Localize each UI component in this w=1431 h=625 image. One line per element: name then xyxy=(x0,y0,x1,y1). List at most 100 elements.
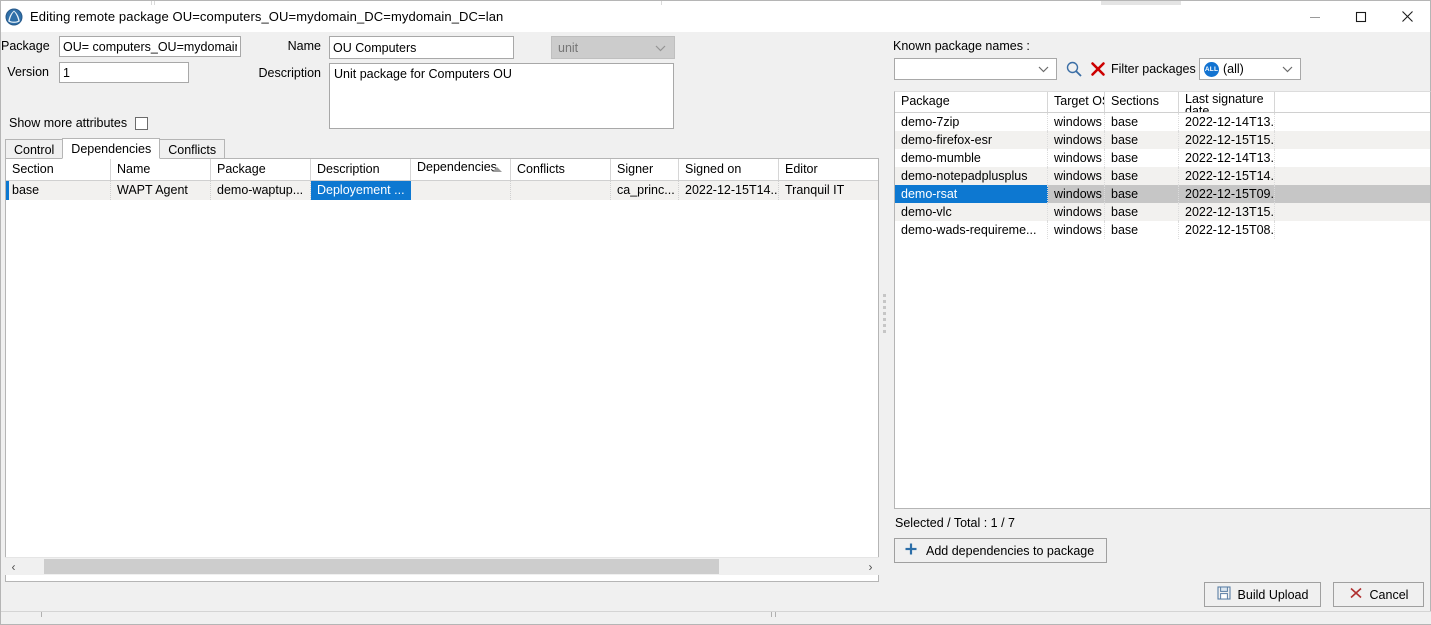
table-cell[interactable]: ca_princ... xyxy=(611,181,679,200)
build-upload-button[interactable]: Build Upload xyxy=(1204,582,1321,607)
clear-red-x-icon[interactable] xyxy=(1089,60,1107,78)
table-cell[interactable]: demo-vlc xyxy=(895,203,1048,221)
column-header-label: Package xyxy=(217,162,266,176)
show-more-attributes-row[interactable]: Show more attributes xyxy=(9,116,148,130)
table-cell[interactable]: 2022-12-15T14... xyxy=(679,181,779,200)
table-cell[interactable] xyxy=(1275,185,1430,203)
column-header-signed-on[interactable]: Signed on xyxy=(679,159,779,180)
table-cell[interactable]: windows xyxy=(1048,131,1105,149)
table-cell[interactable]: demo-rsat xyxy=(895,185,1048,203)
column-header-last-signature-date[interactable]: Last signature date xyxy=(1179,92,1275,112)
table-cell[interactable]: demo-wads-requireme... xyxy=(895,221,1048,239)
table-cell[interactable] xyxy=(1275,167,1430,185)
table-cell[interactable]: windows xyxy=(1048,203,1105,221)
table-cell[interactable]: 2022-12-14T13... xyxy=(1179,149,1275,167)
plus-icon xyxy=(904,542,918,559)
table-cell[interactable]: WAPT Agent xyxy=(111,181,211,200)
add-dependencies-button[interactable]: Add dependencies to package xyxy=(894,538,1107,563)
minimize-button[interactable] xyxy=(1292,1,1338,32)
column-header-label: Section xyxy=(12,162,54,176)
table-row[interactable]: baseWAPT Agentdemo-waptup...Deployement … xyxy=(6,181,878,200)
table-cell[interactable]: demo-waptup... xyxy=(211,181,311,200)
table-cell[interactable]: windows xyxy=(1048,167,1105,185)
table-cell[interactable]: base xyxy=(1105,149,1179,167)
sort-ascending-icon xyxy=(492,167,502,172)
version-input[interactable] xyxy=(59,62,189,83)
table-cell[interactable] xyxy=(1275,113,1430,131)
cancel-button[interactable]: Cancel xyxy=(1333,582,1424,607)
table-cell[interactable]: base xyxy=(1105,221,1179,239)
table-cell[interactable] xyxy=(1275,131,1430,149)
table-cell[interactable]: demo-mumble xyxy=(895,149,1048,167)
column-header-section[interactable]: Section xyxy=(6,159,111,180)
tab-control[interactable]: Control xyxy=(5,139,63,159)
table-cell[interactable]: base xyxy=(6,181,111,200)
table-row[interactable]: demo-mumblewindowsbase2022-12-14T13... xyxy=(895,149,1430,167)
known-packages-select[interactable] xyxy=(894,58,1057,80)
table-cell[interactable]: 2022-12-15T14... xyxy=(1179,167,1275,185)
scroll-left-arrow-icon[interactable]: ‹ xyxy=(5,558,22,575)
column-header-editor[interactable]: Editor xyxy=(779,159,879,180)
table-cell[interactable]: demo-firefox-esr xyxy=(895,131,1048,149)
pane-splitter-handle[interactable] xyxy=(881,291,888,336)
column-header-name[interactable]: Name xyxy=(111,159,211,180)
table-row[interactable]: demo-firefox-esrwindowsbase2022-12-15T15… xyxy=(895,131,1430,149)
table-cell[interactable]: 2022-12-14T13... xyxy=(1179,113,1275,131)
table-cell[interactable] xyxy=(511,181,611,200)
table-row[interactable]: demo-vlcwindowsbase2022-12-13T15... xyxy=(895,203,1430,221)
filter-packages-select[interactable]: ALL (all) xyxy=(1199,58,1301,80)
tab-conflicts[interactable]: Conflicts xyxy=(159,139,225,159)
table-cell[interactable]: base xyxy=(1105,131,1179,149)
column-header-package[interactable]: Package xyxy=(211,159,311,180)
dependencies-horizontal-scrollbar[interactable]: ‹ › xyxy=(5,557,879,575)
column-header-dependencies[interactable]: Dependencies xyxy=(411,159,511,180)
table-cell[interactable] xyxy=(411,181,511,200)
name-input[interactable] xyxy=(329,36,514,59)
scroll-right-arrow-icon[interactable]: › xyxy=(862,558,879,575)
table-cell[interactable] xyxy=(1275,203,1430,221)
table-cell[interactable]: 2022-12-15T08... xyxy=(1179,221,1275,239)
column-header-description[interactable]: Description xyxy=(311,159,411,180)
package-input[interactable] xyxy=(59,36,241,57)
column-header-signer[interactable]: Signer xyxy=(611,159,679,180)
maximize-button[interactable] xyxy=(1338,1,1384,32)
column-header-package[interactable]: Package xyxy=(895,92,1048,112)
table-cell[interactable]: demo-notepadplusplus xyxy=(895,167,1048,185)
search-icon[interactable] xyxy=(1065,60,1083,78)
tab-dependencies[interactable]: Dependencies xyxy=(62,138,160,159)
table-row[interactable]: demo-7zipwindowsbase2022-12-14T13... xyxy=(895,113,1430,131)
splitter-dot xyxy=(883,294,886,297)
table-cell[interactable] xyxy=(1275,149,1430,167)
table-cell[interactable]: base xyxy=(1105,167,1179,185)
table-row[interactable]: demo-rsatwindowsbase2022-12-15T09... xyxy=(895,185,1430,203)
table-cell[interactable]: base xyxy=(1105,203,1179,221)
table-cell[interactable]: 2022-12-13T15... xyxy=(1179,203,1275,221)
table-cell[interactable]: windows xyxy=(1048,185,1105,203)
table-cell[interactable] xyxy=(1275,221,1430,239)
table-cell[interactable]: Deployement ... xyxy=(311,181,411,200)
table-row[interactable]: demo-wads-requireme...windowsbase2022-12… xyxy=(895,221,1430,239)
table-cell[interactable]: base xyxy=(1105,185,1179,203)
table-row[interactable]: demo-notepadpluspluswindowsbase2022-12-1… xyxy=(895,167,1430,185)
table-cell[interactable]: 2022-12-15T15... xyxy=(1179,131,1275,149)
column-header-target-os[interactable]: Target OS xyxy=(1048,92,1105,112)
scrollbar-track[interactable] xyxy=(22,558,862,575)
table-cell[interactable]: windows xyxy=(1048,149,1105,167)
table-cell[interactable]: Tranquil IT xyxy=(779,181,879,200)
scrollbar-thumb[interactable] xyxy=(44,559,719,574)
status-divider xyxy=(41,612,42,617)
description-input[interactable]: Unit package for Computers OU xyxy=(329,63,674,129)
editor-tabs: Control Dependencies Conflicts xyxy=(5,138,224,159)
package-type-select[interactable]: unit xyxy=(551,36,675,59)
title-bar: Editing remote package OU=computers_OU=m… xyxy=(1,1,1430,32)
table-cell[interactable]: 2022-12-15T09... xyxy=(1179,185,1275,203)
table-cell[interactable]: windows xyxy=(1048,221,1105,239)
table-cell[interactable]: windows xyxy=(1048,113,1105,131)
column-header-conflicts[interactable]: Conflicts xyxy=(511,159,611,180)
table-cell[interactable]: demo-7zip xyxy=(895,113,1048,131)
table-cell[interactable]: base xyxy=(1105,113,1179,131)
decorative-tick xyxy=(154,1,155,5)
column-header-sections[interactable]: Sections xyxy=(1105,92,1179,112)
close-button[interactable] xyxy=(1384,1,1430,32)
show-more-attributes-checkbox[interactable] xyxy=(135,117,148,130)
